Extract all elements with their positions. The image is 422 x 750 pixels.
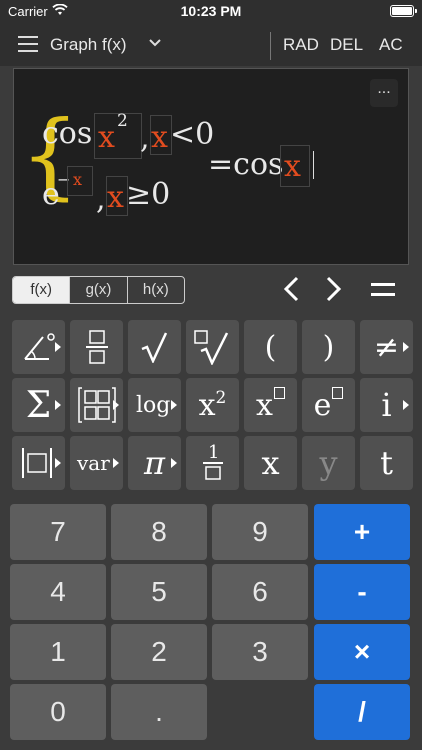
del-button[interactable]: DEL [330, 35, 363, 55]
minus-key[interactable]: - [314, 564, 410, 620]
tab-fx[interactable]: f(x) [13, 277, 71, 303]
abs-icon [21, 448, 52, 478]
more-options-button[interactable]: ... [370, 79, 398, 107]
expression-display[interactable]: ... { cos x 2 , x <0 e − x , x ≥0 =cos x [13, 68, 409, 265]
battery-icon [390, 5, 417, 17]
var-label: var [77, 451, 110, 475]
matrix-icon [77, 387, 116, 423]
tab-gx[interactable]: g(x) [70, 277, 128, 303]
imaginary-icon: i [381, 386, 392, 424]
piece2-cond: ≥0 [126, 177, 171, 212]
piece1-func: cos [42, 116, 93, 151]
plus-key[interactable]: + [314, 504, 410, 560]
exp-icon: e [314, 387, 344, 423]
chevron-down-icon[interactable] [148, 36, 162, 50]
matrix-key[interactable] [70, 378, 123, 432]
fraction-key[interactable] [70, 320, 123, 374]
key-6[interactable]: 6 [212, 564, 308, 620]
function-keypad: ( ) ≠ Σ log x2 x e i var π 1 x y t [8, 318, 414, 492]
key-8[interactable]: 8 [111, 504, 207, 560]
not-equal-key[interactable]: ≠ [360, 320, 413, 374]
sqrt-icon [141, 332, 167, 363]
divide-key[interactable]: / [314, 684, 410, 740]
imaginary-key[interactable]: i [360, 378, 413, 432]
close-paren-key[interactable]: ) [302, 320, 355, 374]
not-equal-label: ≠ [373, 329, 400, 365]
reciprocal-key[interactable]: 1 [186, 436, 239, 490]
key-7[interactable]: 7 [10, 504, 106, 560]
piece2-cond-var: x [107, 180, 124, 215]
piece1-arg: x [98, 120, 115, 155]
square-key[interactable]: x2 [186, 378, 239, 432]
comma: , [140, 121, 150, 156]
pi-key[interactable]: π [128, 436, 181, 490]
var-key[interactable]: var [70, 436, 123, 490]
status-bar: Carrier 10:23 PM [0, 0, 422, 24]
y-key: y [302, 436, 355, 490]
mode-selector[interactable]: Graph f(x) [50, 35, 127, 55]
open-paren-key[interactable]: ( [244, 320, 297, 374]
top-toolbar: Graph f(x) RAD DEL AC [0, 24, 422, 66]
tab-hx[interactable]: h(x) [128, 277, 184, 303]
key-3[interactable]: 3 [212, 624, 308, 680]
key-1[interactable]: 1 [10, 624, 106, 680]
menu-icon[interactable] [18, 36, 38, 52]
log-label: log [136, 392, 171, 418]
fraction-icon [85, 330, 108, 364]
key-9[interactable]: 9 [212, 504, 308, 560]
piece1-exp: 2 [117, 111, 128, 131]
angle-key[interactable] [12, 320, 65, 374]
comma-2: , [96, 182, 106, 217]
number-keypad: 7 8 9 + 4 5 6 - 1 2 3 × 0 . / [8, 502, 414, 742]
equals-icon[interactable] [371, 281, 395, 299]
x-key[interactable]: x [244, 436, 297, 490]
clock: 10:23 PM [180, 3, 242, 19]
multiply-key[interactable]: × [314, 624, 410, 680]
cursor-right-icon[interactable] [320, 274, 346, 304]
key-0[interactable]: 0 [10, 684, 106, 740]
reciprocal-one: 1 [208, 442, 220, 463]
power-icon: x [256, 387, 285, 423]
angle-icon [23, 333, 55, 360]
nth-root-icon [193, 330, 228, 365]
sigma-icon: Σ [25, 384, 52, 426]
sum-key[interactable]: Σ [12, 378, 65, 432]
rad-button[interactable]: RAD [283, 35, 319, 55]
cursor-left-icon[interactable] [279, 274, 305, 304]
key-4[interactable]: 4 [10, 564, 106, 620]
nth-root-key[interactable] [186, 320, 239, 374]
function-tabs: f(x) g(x) h(x) [12, 276, 185, 304]
pi-icon: π [143, 444, 166, 482]
t-key[interactable]: t [360, 436, 413, 490]
sqrt-key[interactable] [128, 320, 181, 374]
decimal-key[interactable]: . [111, 684, 207, 740]
piece1-cond-var: x [151, 120, 168, 155]
power-key[interactable]: x [244, 378, 297, 432]
log-key[interactable]: log [128, 378, 181, 432]
rhs-arg: x [284, 149, 301, 184]
key-5[interactable]: 5 [111, 564, 207, 620]
exp-key[interactable]: e [302, 378, 355, 432]
rhs-eq: =cos [208, 147, 284, 182]
ac-button[interactable]: AC [379, 35, 403, 55]
piece2-exp-var: x [73, 170, 83, 189]
key-2[interactable]: 2 [111, 624, 207, 680]
square-icon: x2 [198, 387, 227, 423]
toolbar-divider [270, 32, 271, 60]
abs-key[interactable] [12, 436, 65, 490]
text-cursor [313, 151, 314, 179]
